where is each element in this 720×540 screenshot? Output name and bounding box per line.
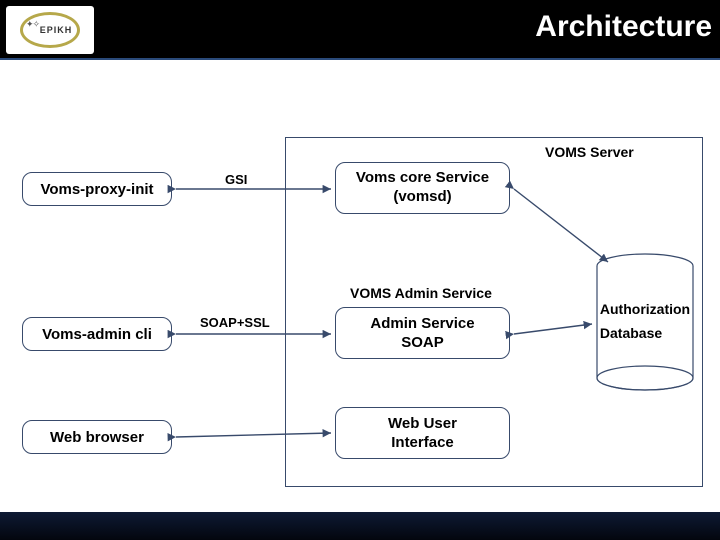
group-voms-admin-service: VOMS Admin Service [350,285,492,301]
node-label: Voms-admin cli [42,326,152,343]
node-voms-core-service: Voms core Service (vomsd) [335,162,510,214]
logo-oval: ✦✧ EPIKH [20,12,80,48]
edge-label-soap-ssl: SOAP+SSL [200,315,270,330]
node-label-line1: Voms core Service [356,169,489,188]
edge-label-gsi: GSI [225,172,247,187]
node-label-line2: (vomsd) [393,188,451,207]
db-label-line2: Database [600,322,690,346]
logo: ✦✧ EPIKH [6,6,94,54]
header-bar: ✦✧ EPIKH Architecture [0,0,720,60]
diagram-canvas: VOMS Server Voms-proxy-init Voms-admin c… [0,62,720,502]
voms-server-label: VOMS Server [545,144,634,160]
db-label-line1: Authorization [600,298,690,322]
node-web-user-interface: Web User Interface [335,407,510,459]
node-label: Voms-proxy-init [40,181,153,198]
page-title: Architecture [535,10,712,44]
node-web-browser: Web browser [22,420,172,454]
node-voms-proxy-init: Voms-proxy-init [22,172,172,206]
node-label: Web browser [50,429,144,446]
globe-icon: ✦✧ [26,19,54,33]
node-label-line1: Web User [388,414,457,434]
node-admin-service: Admin Service SOAP [335,307,510,359]
node-authorization-database: Authorization Database [595,252,695,392]
footer-bar [0,512,720,540]
node-label-line1: Admin Service [370,314,474,334]
node-label-line2: Interface [391,433,454,453]
node-voms-admin-cli: Voms-admin cli [22,317,172,351]
node-label-line2: SOAP [401,333,444,353]
